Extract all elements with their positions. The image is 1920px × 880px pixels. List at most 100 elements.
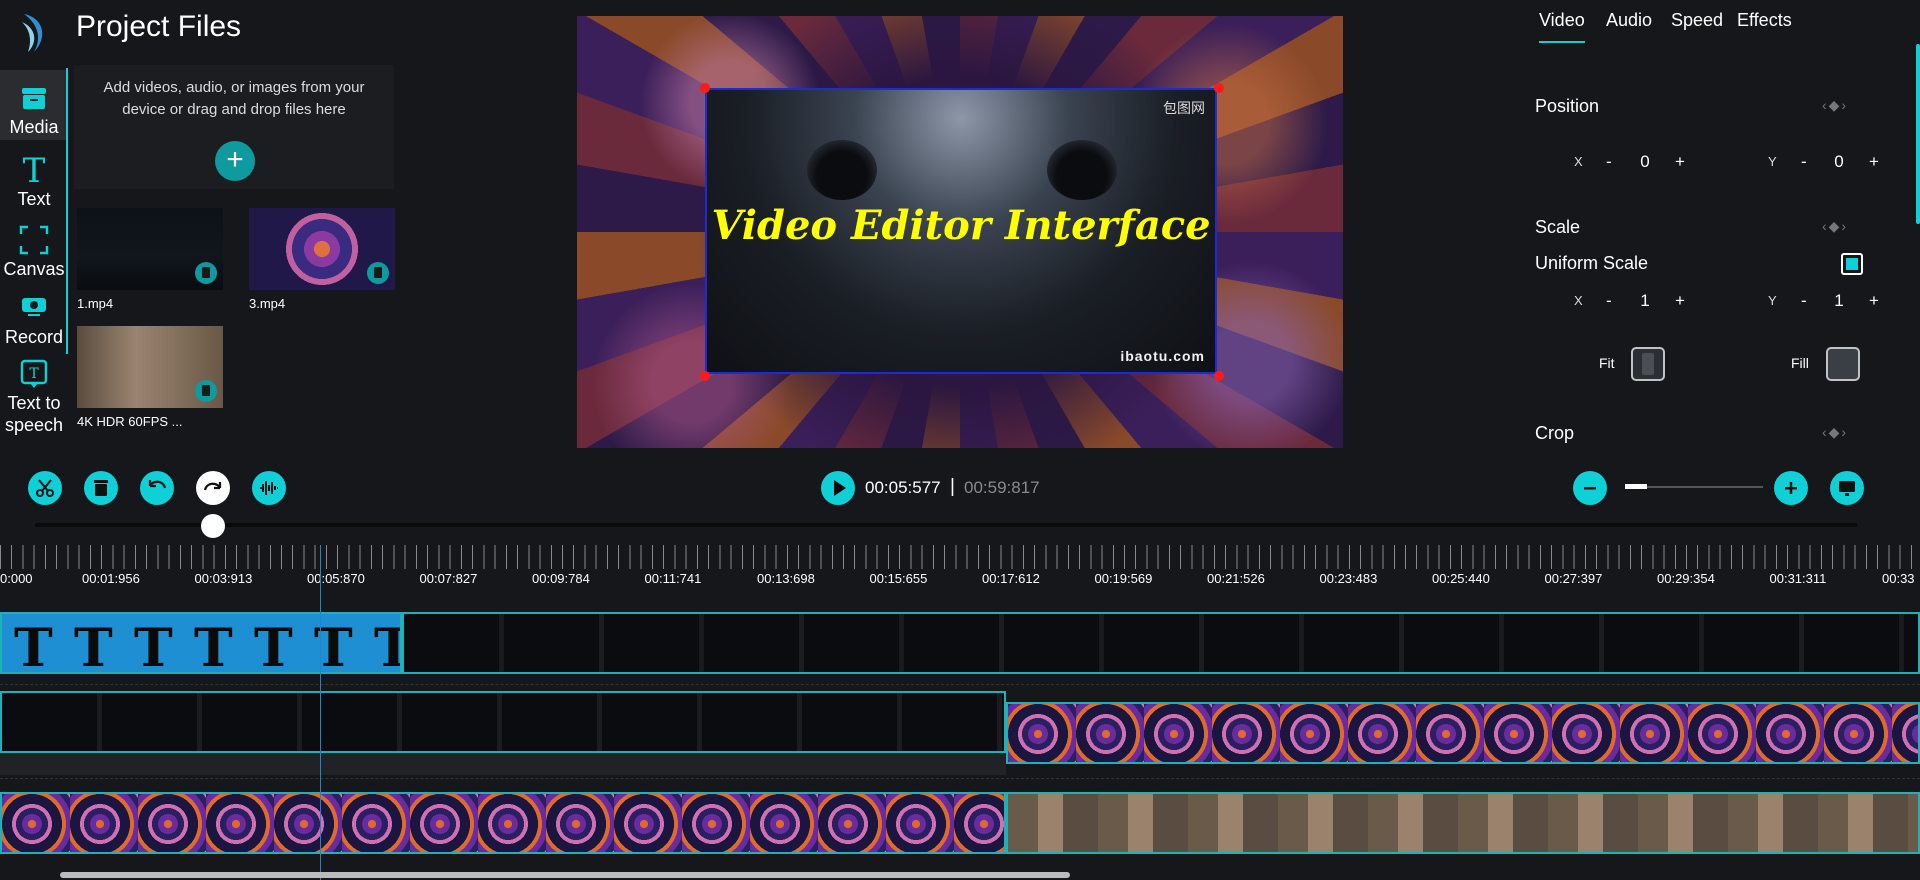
project-files-title: Project Files <box>76 10 242 43</box>
preview-title-text: Video Editor Interface <box>711 202 1211 249</box>
rail-item-text[interactable]: T Text <box>0 152 68 210</box>
track-gap <box>0 753 1006 775</box>
text-clip-glyph: T <box>134 618 173 674</box>
watermark-bottom: ibaotu.com <box>1120 348 1205 364</box>
tab-speed[interactable]: Speed <box>1671 10 1723 41</box>
tab-effects[interactable]: Effects <box>1737 10 1792 41</box>
scale-y-label: Y <box>1768 293 1777 308</box>
ruler-tick-label: 00:09:784 <box>532 571 590 586</box>
scissors-icon <box>36 479 54 497</box>
undo-icon <box>148 480 167 489</box>
text-clip[interactable]: TTTTTTT <box>0 612 402 674</box>
ruler-tick-label: 00:21:526 <box>1207 571 1265 586</box>
track-divider <box>0 684 1920 685</box>
add-media-button[interactable]: + <box>215 141 255 181</box>
fit-button[interactable] <box>1631 347 1665 381</box>
rail-item-record[interactable]: Record <box>0 290 68 348</box>
scale-y-value[interactable]: 1 <box>1824 291 1854 311</box>
svg-text:T: T <box>23 152 46 188</box>
play-button[interactable] <box>821 471 855 505</box>
pos-x-decrement[interactable]: - <box>1606 152 1612 172</box>
video-clip-4[interactable] <box>0 792 1006 854</box>
track-divider <box>0 778 1920 779</box>
text-clip-glyph: T <box>374 618 400 672</box>
preview-shape <box>807 140 877 200</box>
ruler-tick-label: 00:03:913 <box>194 571 253 586</box>
scale-label: Scale <box>1535 217 1581 237</box>
video-clip-5[interactable] <box>1006 792 1920 854</box>
left-rail: Media T Text Canvas Record T Text to spe… <box>0 0 68 450</box>
playhead[interactable] <box>320 545 321 880</box>
tab-audio[interactable]: Audio <box>1606 10 1652 41</box>
scale-keyframe-icon[interactable]: ‹◆› <box>1822 218 1848 235</box>
panel-scrollbar[interactable] <box>1916 44 1920 224</box>
thumb-delete-icon[interactable] <box>367 262 389 284</box>
video-editor: Media T Text Canvas Record T Text to spe… <box>0 0 1920 880</box>
text-icon: T <box>23 152 46 188</box>
fill-button[interactable] <box>1826 347 1860 381</box>
scale-y-decrement[interactable]: - <box>1801 291 1807 311</box>
scale-x-decrement[interactable]: - <box>1606 291 1612 311</box>
zoom-out-button[interactable] <box>1573 471 1607 505</box>
video-clip-1[interactable] <box>402 612 1920 674</box>
resize-handle-bottom-left[interactable] <box>700 371 710 381</box>
resize-handle-bottom-right[interactable] <box>1214 371 1224 381</box>
pos-y-value[interactable]: 0 <box>1824 152 1854 172</box>
ruler-tick-label: 00:01:956 <box>82 571 140 586</box>
timeline-horizontal-scrollbar[interactable] <box>60 872 1070 878</box>
delete-button[interactable] <box>84 471 118 505</box>
resize-handle-top-left[interactable] <box>700 83 710 93</box>
pos-x-increment[interactable]: + <box>1675 152 1685 172</box>
media-thumb-4k[interactable] <box>77 326 223 408</box>
rail-item-text-to-speech[interactable]: T Text to speech <box>0 356 68 436</box>
scale-x-value[interactable]: 1 <box>1630 291 1660 311</box>
pos-x-value[interactable]: 0 <box>1630 152 1660 172</box>
drop-zone-text: Add videos, audio, or images from your d… <box>103 79 365 118</box>
text-clip-glyph: T <box>74 618 113 674</box>
thumb-delete-icon[interactable] <box>195 262 217 284</box>
rail-item-canvas[interactable]: Canvas <box>0 222 68 280</box>
undo-button[interactable] <box>140 471 174 505</box>
scale-x-increment[interactable]: + <box>1675 291 1685 311</box>
video-clip-2[interactable] <box>0 691 1006 753</box>
pos-y-decrement[interactable]: - <box>1801 152 1807 172</box>
ruler-tick-label: 00:19:569 <box>1094 571 1153 586</box>
video-clip-3[interactable] <box>1006 702 1920 764</box>
fill-label: Fill <box>1791 355 1809 371</box>
pos-x-label: X <box>1574 154 1583 169</box>
position-keyframe-icon[interactable]: ‹◆› <box>1822 97 1848 114</box>
rail-item-media[interactable]: Media <box>0 70 68 140</box>
crop-keyframe-icon[interactable]: ‹◆› <box>1822 424 1848 441</box>
video-preview[interactable]: 包图网 Video Editor Interface ibaotu.com <box>577 16 1343 448</box>
seek-bar[interactable] <box>35 523 1857 527</box>
zoom-in-button[interactable] <box>1774 471 1808 505</box>
fit-icon <box>1642 353 1654 375</box>
redo-button[interactable] <box>196 471 230 505</box>
tab-video[interactable]: Video <box>1539 10 1585 43</box>
media-thumb-3[interactable] <box>249 208 395 290</box>
ruler-tick-label: 0:000 <box>0 571 33 586</box>
seek-knob[interactable] <box>201 514 225 538</box>
media-name-4k: 4K HDR 60FPS ... <box>77 414 183 429</box>
pos-y-increment[interactable]: + <box>1869 152 1879 172</box>
pos-y-label: Y <box>1768 154 1777 169</box>
ruler-tick-label: 00:07:827 <box>419 571 478 586</box>
media-thumb-1[interactable] <box>77 208 223 290</box>
crop-label: Crop <box>1535 423 1575 443</box>
thumb-delete-icon[interactable] <box>195 380 217 402</box>
plus-icon <box>1785 482 1797 494</box>
split-button[interactable] <box>28 471 62 505</box>
rail-label-canvas: Canvas <box>3 259 65 279</box>
uniform-scale-checkbox[interactable] <box>1841 253 1863 275</box>
resize-handle-top-right[interactable] <box>1214 83 1224 93</box>
scale-y-increment[interactable]: + <box>1869 291 1879 311</box>
timeline-ruler[interactable] <box>0 545 1920 569</box>
selected-video-layer[interactable]: 包图网 Video Editor Interface ibaotu.com <box>705 88 1217 374</box>
text-clip-glyph: T <box>254 618 293 674</box>
fit-timeline-button[interactable] <box>1830 471 1864 505</box>
rail-active-indicator <box>66 68 68 354</box>
zoom-slider-knob[interactable] <box>1625 484 1647 489</box>
media-drop-zone[interactable]: Add videos, audio, or images from your d… <box>74 65 394 189</box>
audio-waveform-button[interactable] <box>252 471 286 505</box>
monitor-icon <box>1839 481 1855 496</box>
